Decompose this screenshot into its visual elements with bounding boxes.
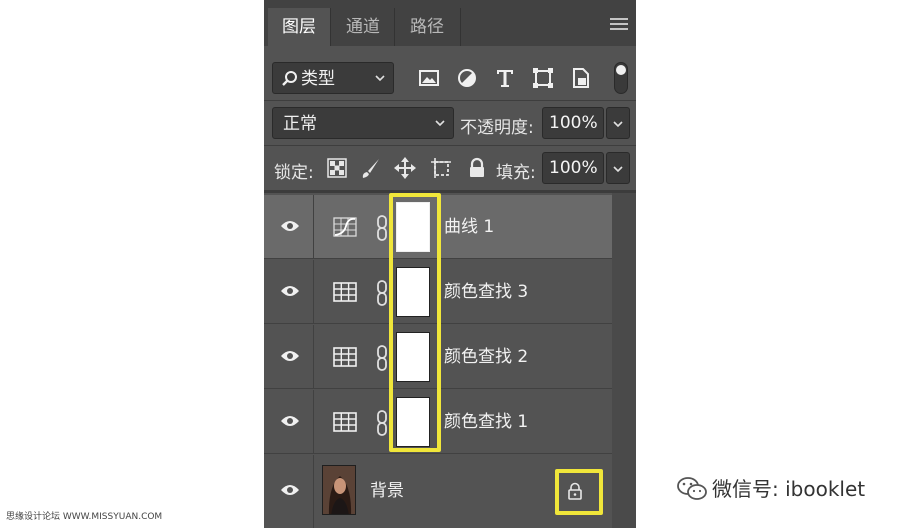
- panel-menu-icon[interactable]: [610, 18, 628, 30]
- tab-paths[interactable]: 路径: [396, 8, 458, 46]
- filter-toggle[interactable]: [614, 62, 628, 94]
- eye-icon[interactable]: [280, 349, 300, 363]
- layer-name[interactable]: 颜色查找 1: [444, 390, 528, 454]
- link-icon[interactable]: [376, 345, 388, 371]
- fill-field[interactable]: 100%: [542, 152, 604, 184]
- layer-thumbnail-portrait[interactable]: [322, 465, 356, 515]
- link-icon[interactable]: [376, 280, 388, 306]
- mask-highlight-box: [389, 193, 441, 452]
- smart-object-filter-icon[interactable]: [570, 67, 592, 89]
- link-icon[interactable]: [376, 410, 388, 436]
- layer-name[interactable]: 颜色查找 2: [444, 325, 528, 389]
- opacity-label: 不透明度:: [460, 118, 534, 138]
- tab-channels[interactable]: 通道: [332, 8, 394, 46]
- blend-mode-label: 正常: [283, 114, 317, 134]
- eye-icon[interactable]: [280, 219, 300, 233]
- lock-image-pixels-icon[interactable]: [360, 157, 382, 179]
- adjustment-filter-icon[interactable]: [456, 67, 478, 89]
- blend-mode-dropdown[interactable]: 正常: [272, 107, 454, 139]
- tab-separator: [394, 8, 395, 46]
- layer-name[interactable]: 曲线 1: [444, 195, 494, 259]
- fill-label: 填充:: [496, 163, 536, 183]
- eye-icon[interactable]: [280, 414, 300, 428]
- eye-icon[interactable]: [280, 483, 300, 497]
- filter-kind-dropdown[interactable]: 类型: [272, 62, 394, 94]
- layer-name[interactable]: 背景: [370, 455, 404, 528]
- chevron-down-icon: [613, 166, 623, 173]
- link-icon[interactable]: [376, 215, 388, 241]
- type-filter-icon[interactable]: [494, 67, 516, 89]
- filter-row: 类型: [264, 46, 636, 100]
- lock-artboard-icon[interactable]: [430, 157, 452, 179]
- lock-highlight-box: [555, 469, 603, 515]
- wechat-icon: [677, 477, 707, 500]
- tab-layers[interactable]: 图层: [268, 8, 330, 46]
- visibility-cell[interactable]: [264, 390, 314, 453]
- layer-name[interactable]: 颜色查找 3: [444, 260, 528, 324]
- chevron-down-icon: [613, 121, 623, 128]
- wechat-watermark: 微信号: ibooklet: [676, 474, 865, 504]
- curves-adjustment-icon: [333, 217, 357, 237]
- tab-separator: [330, 8, 331, 46]
- lock-row: 锁定: 填充: 100%: [264, 146, 636, 190]
- divider: [264, 190, 636, 193]
- eye-icon[interactable]: [280, 284, 300, 298]
- layers-scrollbar[interactable]: [612, 193, 636, 528]
- shape-filter-icon[interactable]: [532, 67, 554, 89]
- opacity-field[interactable]: 100%: [542, 107, 604, 139]
- lock-all-icon[interactable]: [466, 157, 488, 179]
- search-icon: [282, 71, 297, 86]
- chevron-down-icon: [435, 120, 445, 127]
- tab-separator: [460, 8, 461, 46]
- lock-position-icon[interactable]: [394, 157, 416, 179]
- pixel-filter-icon[interactable]: [418, 67, 440, 89]
- visibility-cell[interactable]: [264, 195, 314, 258]
- blend-row: 正常 不透明度: 100%: [264, 101, 636, 145]
- lock-label: 锁定:: [274, 163, 314, 183]
- fill-stepper[interactable]: [606, 152, 630, 184]
- visibility-cell[interactable]: [264, 455, 314, 528]
- wechat-id-text: 微信号: ibooklet: [712, 477, 866, 501]
- filter-kind-label: 类型: [301, 69, 335, 89]
- color-lookup-adjustment-icon: [333, 412, 357, 432]
- opacity-stepper[interactable]: [606, 107, 630, 139]
- layers-panel: 图层 通道 路径 类型 正常 不透明度: 100% 锁定: 填充: 100% 曲…: [264, 0, 636, 528]
- visibility-cell[interactable]: [264, 325, 314, 388]
- chevron-down-icon: [375, 75, 385, 82]
- screenshot-stage: { "tabs": [ {"label": "图层", "active": tr…: [0, 0, 900, 528]
- portrait-thumbnail-image: [323, 466, 355, 514]
- watermark-left: 思缘设计论坛 WWW.MISSYUAN.COM: [6, 512, 163, 522]
- visibility-cell[interactable]: [264, 260, 314, 323]
- color-lookup-adjustment-icon: [333, 347, 357, 367]
- panel-tab-bar: 图层 通道 路径: [264, 0, 636, 46]
- lock-transparent-pixels-icon[interactable]: [326, 157, 348, 179]
- color-lookup-adjustment-icon: [333, 282, 357, 302]
